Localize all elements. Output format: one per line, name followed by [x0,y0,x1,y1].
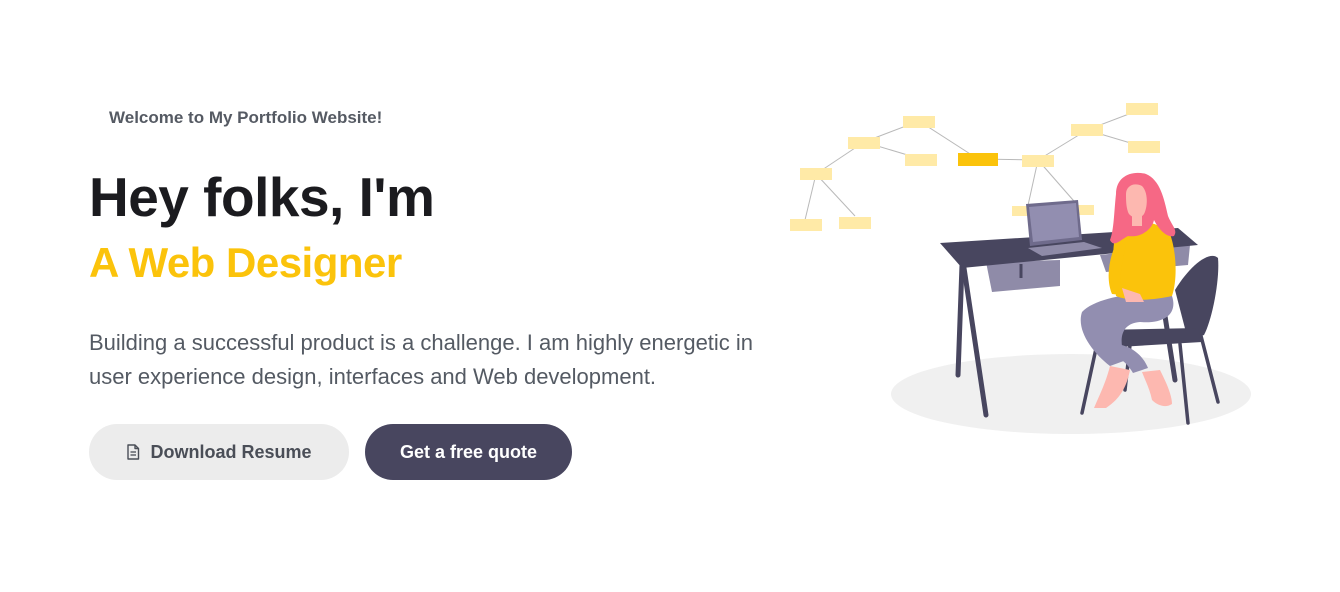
free-quote-label: Get a free quote [399,441,538,462]
file-icon [126,444,140,460]
welcome-label: Welcome to My Portfolio Website! [109,108,383,127]
hero-section: Welcome to My Portfolio Website! Hey fol… [0,0,1340,592]
download-resume-label: Download Resume [150,441,312,462]
free-quote-button[interactable]: Get a free quote [365,424,572,480]
hero-headline: Hey folks, I'm [89,166,435,228]
hero-description: Building a successful product is a chall… [89,330,754,389]
woman-at-desk-illustration [790,103,1251,434]
download-resume-button[interactable]: Download Resume [89,424,349,480]
hero-subheadline: A Web Designer [89,239,402,286]
